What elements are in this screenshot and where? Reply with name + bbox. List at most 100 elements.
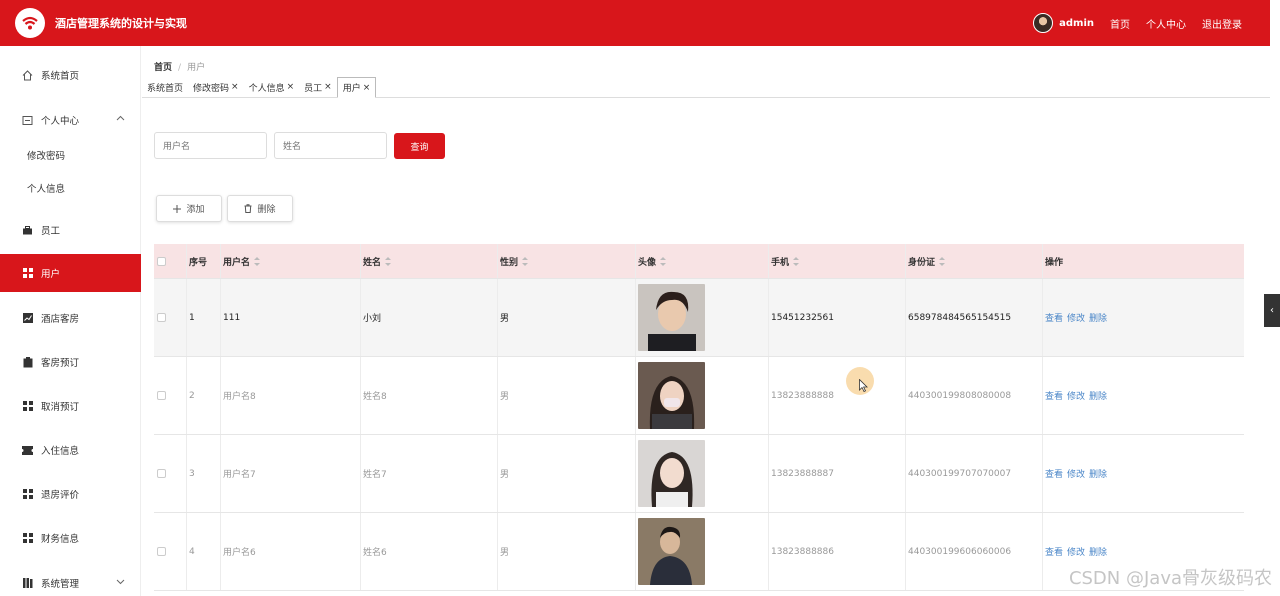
avatar[interactable] xyxy=(1033,13,1054,33)
column-header[interactable]: 用户名 xyxy=(221,244,361,278)
side-panel-toggle[interactable]: ‹ xyxy=(1264,294,1280,327)
column-header[interactable]: 姓名 xyxy=(361,244,498,278)
sidebar-item-finance[interactable]: 财务信息 xyxy=(0,519,141,557)
sort-icon[interactable] xyxy=(660,256,667,266)
cell-avatar xyxy=(636,357,769,434)
mouse-cursor-icon xyxy=(859,379,868,392)
close-icon[interactable]: × xyxy=(324,82,332,92)
cell-name: 姓名6 xyxy=(361,513,498,590)
sidebar-item-staff[interactable]: 员工 xyxy=(0,211,141,249)
view-link[interactable]: 查看 xyxy=(1045,545,1063,558)
avatar-photo[interactable] xyxy=(638,362,705,429)
cell-id-card: 658978484565154515 xyxy=(906,279,1043,356)
tab-bar: 系统首页 修改密码 × 个人信息 × 员工 × 用户 × xyxy=(142,77,1270,98)
view-link[interactable]: 查看 xyxy=(1045,467,1063,480)
table-row[interactable]: 1 111 小刘 男 15451232561 65897848456515451… xyxy=(154,279,1244,357)
search-button[interactable]: 查询 xyxy=(394,133,445,159)
sidebar-item-label: 用户 xyxy=(41,269,61,280)
edit-link[interactable]: 修改 xyxy=(1067,545,1085,558)
cell-id-card: 440300199707070007 xyxy=(906,435,1043,512)
sidebar-subitem-password[interactable]: 修改密码 xyxy=(0,140,141,170)
name-search-input[interactable] xyxy=(274,132,387,159)
row-select-cell xyxy=(154,279,187,356)
delete-button-label: 删除 xyxy=(257,205,276,215)
sidebar-item-label: 酒店客房 xyxy=(41,314,80,325)
app-title: 酒店管理系统的设计与实现 xyxy=(55,17,187,30)
tab-staff[interactable]: 员工 × xyxy=(299,77,337,97)
grid-icon xyxy=(22,268,33,279)
chart-icon xyxy=(22,313,33,324)
row-checkbox[interactable] xyxy=(157,547,166,556)
tab-info[interactable]: 个人信息 × xyxy=(244,77,300,97)
breadcrumb-home[interactable]: 首页 xyxy=(154,63,172,73)
add-button-label: 添加 xyxy=(186,205,205,215)
header-link-profile[interactable]: 个人中心 xyxy=(1146,16,1186,31)
view-link[interactable]: 查看 xyxy=(1045,311,1063,324)
row-checkbox[interactable] xyxy=(157,391,166,400)
sort-icon[interactable] xyxy=(522,256,529,266)
tab-users[interactable]: 用户 × xyxy=(336,77,377,98)
delete-link[interactable]: 删除 xyxy=(1089,311,1107,324)
tab-password[interactable]: 修改密码 × xyxy=(188,77,244,97)
page: 酒店管理系统的设计与实现 admin 首页 个人中心 退出登录 系统首页 个人中… xyxy=(0,0,1280,596)
edit-link[interactable]: 修改 xyxy=(1067,389,1085,402)
sidebar-item-checkout[interactable]: 退房评价 xyxy=(0,475,141,513)
user-name[interactable]: admin xyxy=(1059,18,1094,29)
select-all-checkbox[interactable] xyxy=(157,256,166,266)
avatar-photo[interactable] xyxy=(638,440,705,507)
header-link-home[interactable]: 首页 xyxy=(1110,16,1130,31)
profile-icon xyxy=(22,115,33,126)
add-button[interactable]: 添加 xyxy=(156,195,222,222)
column-header[interactable]: 头像 xyxy=(636,244,769,278)
library-icon xyxy=(22,578,33,589)
row-checkbox[interactable] xyxy=(157,313,166,322)
cell-username: 111 xyxy=(221,279,361,356)
cell-avatar xyxy=(636,435,769,512)
header-link-logout[interactable]: 退出登录 xyxy=(1202,16,1242,31)
table-row[interactable]: 2 用户名8 姓名8 男 13823888888 440300199808080… xyxy=(154,357,1244,435)
delete-button[interactable]: 删除 xyxy=(227,195,293,222)
cell-phone: 13823888887 xyxy=(769,435,906,512)
sidebar-item-rooms[interactable]: 酒店客房 xyxy=(0,299,141,337)
sidebar-item-checkin[interactable]: 入住信息 xyxy=(0,431,141,469)
sidebar-item-profile[interactable]: 个人中心 xyxy=(0,101,141,139)
sidebar-item-home[interactable]: 系统首页 xyxy=(0,56,141,94)
sidebar-item-booking[interactable]: 客房预订 xyxy=(0,343,141,381)
sidebar-item-cancel[interactable]: 取消预订 xyxy=(0,387,141,425)
username-search-input[interactable] xyxy=(154,132,267,159)
logo-icon xyxy=(22,16,38,30)
delete-link[interactable]: 删除 xyxy=(1089,467,1107,480)
close-icon[interactable]: × xyxy=(231,82,239,92)
chevron-left-icon: ‹ xyxy=(1270,305,1274,316)
column-header[interactable]: 性别 xyxy=(498,244,636,278)
avatar-photo[interactable] xyxy=(638,284,705,351)
column-header[interactable]: 身份证 xyxy=(906,244,1043,278)
sidebar: 系统首页 个人中心 修改密码 个人信息 员工 用户 酒店客房 客房预订 取消预订… xyxy=(0,46,141,596)
avatar-photo[interactable] xyxy=(638,518,705,585)
view-link[interactable]: 查看 xyxy=(1045,389,1063,402)
close-icon[interactable]: × xyxy=(287,82,295,92)
sidebar-item-system[interactable]: 系统管理 xyxy=(0,564,141,596)
edit-link[interactable]: 修改 xyxy=(1067,467,1085,480)
sort-icon[interactable] xyxy=(793,256,800,266)
close-icon[interactable]: × xyxy=(363,83,371,93)
cell-avatar xyxy=(636,279,769,356)
sort-icon[interactable] xyxy=(385,256,392,266)
column-header-label: 序号 xyxy=(189,257,208,268)
cell-no: 4 xyxy=(187,513,221,590)
row-checkbox[interactable] xyxy=(157,469,166,478)
sort-icon[interactable] xyxy=(254,256,261,266)
sidebar-subitem-info[interactable]: 个人信息 xyxy=(0,173,141,203)
sort-icon[interactable] xyxy=(939,256,946,266)
column-header[interactable]: 手机 xyxy=(769,244,906,278)
tab-home[interactable]: 系统首页 xyxy=(142,77,188,97)
table-row[interactable]: 3 用户名7 姓名7 男 13823888887 440300199707070… xyxy=(154,435,1244,513)
edit-link[interactable]: 修改 xyxy=(1067,311,1085,324)
sidebar-item-users[interactable]: 用户 xyxy=(0,254,141,292)
row-select-cell xyxy=(154,357,187,434)
delete-link[interactable]: 删除 xyxy=(1089,545,1107,558)
column-header-label: 用户名 xyxy=(223,257,251,268)
delete-link[interactable]: 删除 xyxy=(1089,389,1107,402)
column-header-label: 操作 xyxy=(1045,257,1064,268)
cell-username: 用户名8 xyxy=(221,357,361,434)
